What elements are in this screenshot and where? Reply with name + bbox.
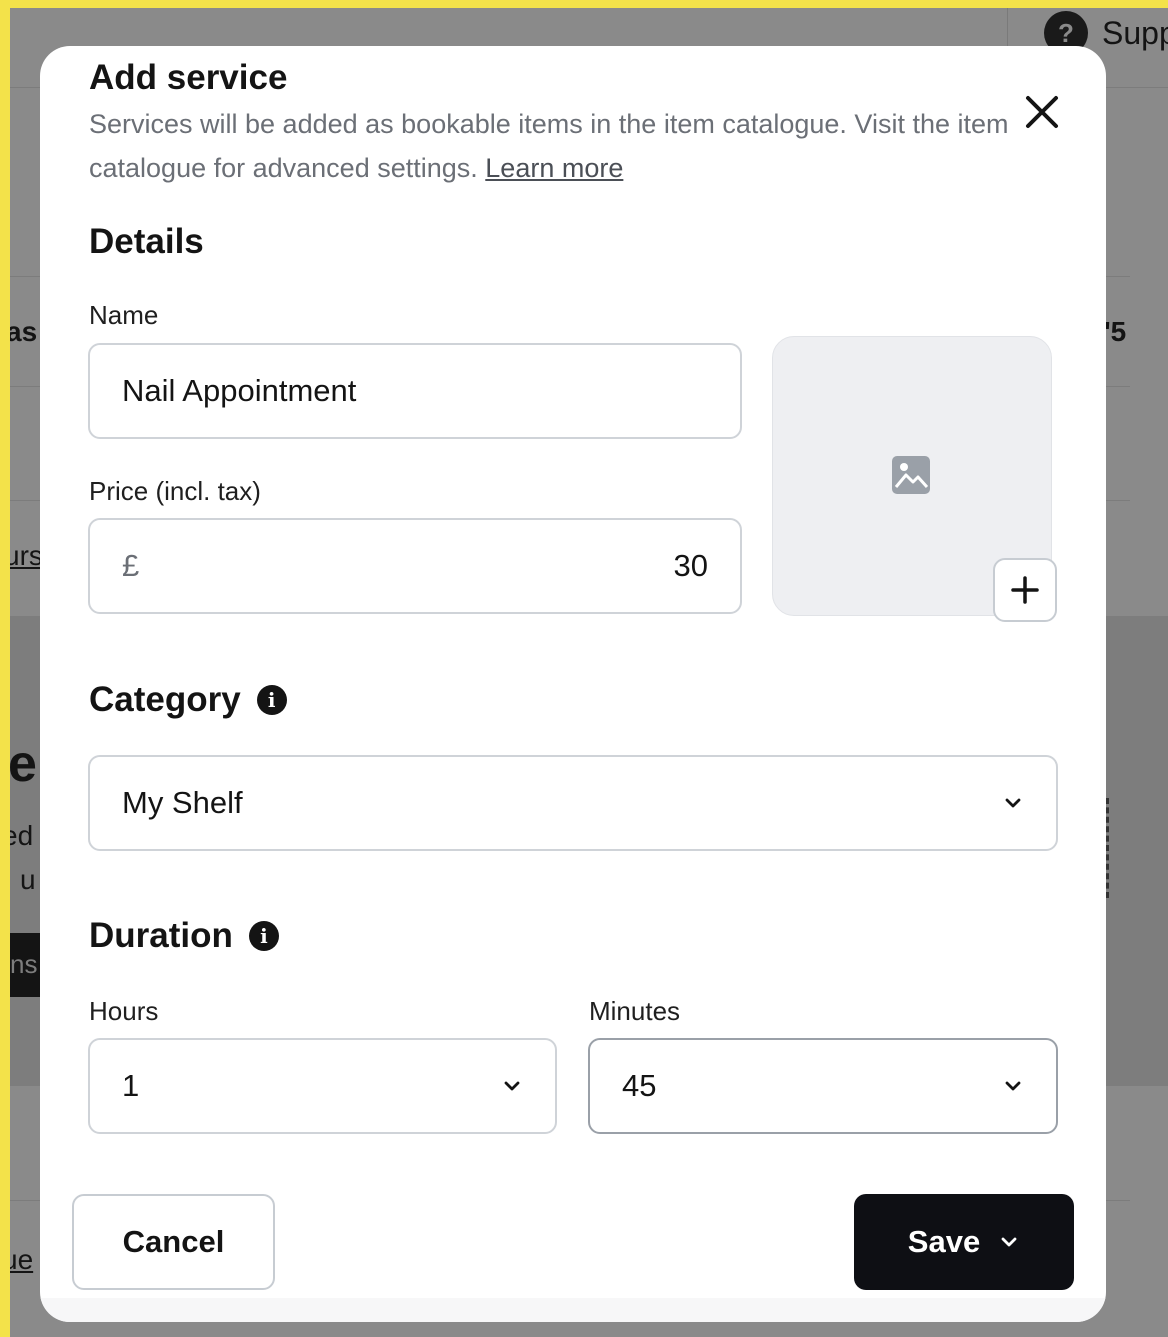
category-select[interactable]: My Shelf bbox=[88, 755, 1058, 851]
close-button[interactable] bbox=[1020, 90, 1064, 134]
category-heading: Category i bbox=[89, 680, 287, 720]
add-image-button[interactable] bbox=[993, 558, 1057, 622]
info-icon[interactable]: i bbox=[248, 921, 279, 951]
support-label: Supp bbox=[1102, 14, 1168, 51]
chevron-down-icon[interactable] bbox=[998, 1231, 1020, 1253]
modal-description: Services will be added as bookable items… bbox=[89, 102, 1029, 190]
background-fragment: as bbox=[10, 316, 38, 347]
background-button: ns bbox=[10, 933, 44, 997]
save-button[interactable]: Save bbox=[854, 1194, 1074, 1290]
name-value: Nail Appointment bbox=[122, 373, 357, 408]
price-input[interactable]: £ 30 bbox=[88, 518, 742, 614]
add-service-modal: Add service Services will be added as bo… bbox=[40, 46, 1106, 1322]
background-fragment: u bbox=[20, 864, 36, 895]
currency-symbol: £ bbox=[122, 548, 140, 583]
price-value: 30 bbox=[673, 548, 708, 583]
duration-heading-label: Duration bbox=[89, 916, 233, 955]
close-icon bbox=[1026, 96, 1058, 128]
background-fragment: e bbox=[10, 735, 37, 793]
background-fragment: ns bbox=[10, 949, 38, 979]
name-input[interactable]: Nail Appointment bbox=[88, 343, 742, 439]
category-heading-label: Category bbox=[89, 680, 241, 719]
minutes-select[interactable]: 45 bbox=[588, 1038, 1058, 1134]
background-fragment: '5 bbox=[1104, 316, 1127, 347]
name-label: Name bbox=[89, 300, 159, 330]
modal-footer-strip bbox=[40, 1298, 1106, 1322]
duration-heading: Duration i bbox=[89, 916, 279, 956]
image-icon bbox=[892, 456, 930, 494]
hours-value: 1 bbox=[122, 1068, 140, 1103]
minutes-value: 45 bbox=[622, 1068, 657, 1103]
background-fragment: urs bbox=[10, 540, 43, 571]
details-heading-label: Details bbox=[89, 222, 204, 261]
details-heading: Details bbox=[89, 222, 204, 262]
background-fragment: ed bbox=[10, 820, 34, 851]
chevron-down-icon bbox=[1005, 798, 1021, 808]
chevron-down-icon bbox=[1005, 1081, 1021, 1091]
chevron-down-icon bbox=[504, 1081, 520, 1091]
hours-label: Hours bbox=[89, 996, 159, 1026]
plus-icon bbox=[1011, 576, 1039, 604]
modal-title: Add service bbox=[89, 58, 288, 97]
background-fragment: ue bbox=[10, 1244, 34, 1275]
minutes-label: Minutes bbox=[589, 996, 681, 1026]
learn-more-link[interactable]: Learn more bbox=[485, 153, 623, 183]
background-dashed-border bbox=[1106, 798, 1110, 898]
hours-select[interactable]: 1 bbox=[88, 1038, 557, 1134]
category-value: My Shelf bbox=[122, 785, 243, 820]
info-icon[interactable]: i bbox=[256, 685, 287, 715]
price-label: Price (incl. tax) bbox=[89, 476, 261, 506]
save-button-label: Save bbox=[907, 1224, 981, 1259]
cancel-button[interactable]: Cancel bbox=[72, 1194, 275, 1290]
